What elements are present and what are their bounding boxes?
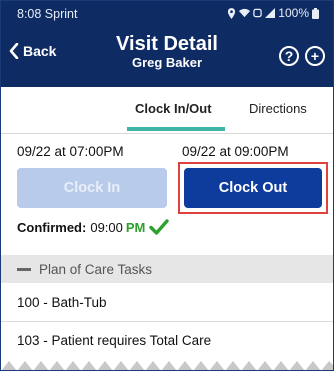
task-item: 100 - Bath-Tub (17, 295, 107, 310)
tab-directions[interactable]: Directions (249, 101, 307, 116)
status-icons: 100% (227, 6, 319, 20)
torn-edge (1, 357, 333, 370)
confirmed-label: Confirmed: (17, 219, 87, 235)
active-tab-indicator (127, 127, 225, 131)
clock-out-button[interactable]: Clock Out (184, 168, 322, 208)
app-header: 8:08 Sprint 100% Back Visit Detail Greg … (1, 1, 333, 87)
signal-icon (265, 8, 276, 18)
clock-in-button[interactable]: Clock In (17, 168, 167, 208)
battery-percent: 100% (278, 6, 309, 20)
wifi-icon (239, 8, 251, 18)
confirmed-time: 09:00 (90, 219, 123, 235)
plan-of-care-title: Plan of Care Tasks (39, 261, 153, 277)
scheduled-end: 09/22 at 09:00PM (182, 144, 289, 159)
location-icon (228, 7, 236, 19)
app-frame: 8:08 Sprint 100% Back Visit Detail Greg … (0, 0, 334, 371)
task-item: 103 - Patient requires Total Care (17, 333, 212, 348)
confirmed-period: PM (125, 219, 146, 235)
confirmed-status: Confirmed: 09:00 PM (17, 219, 170, 235)
collapse-icon (17, 267, 31, 271)
header-actions: ? + (279, 46, 325, 66)
data-icon (253, 8, 263, 18)
add-icon[interactable]: + (305, 46, 325, 66)
checkmark-icon (149, 219, 170, 235)
scheduled-start: 09/22 at 07:00PM (17, 144, 124, 159)
battery-icon (312, 7, 319, 19)
divider (1, 321, 333, 322)
status-time-carrier: 8:08 Sprint (17, 7, 78, 21)
plan-of-care-header[interactable]: Plan of Care Tasks (1, 255, 333, 283)
help-icon[interactable]: ? (279, 46, 299, 66)
tab-clock-in-out[interactable]: Clock In/Out (135, 101, 212, 116)
